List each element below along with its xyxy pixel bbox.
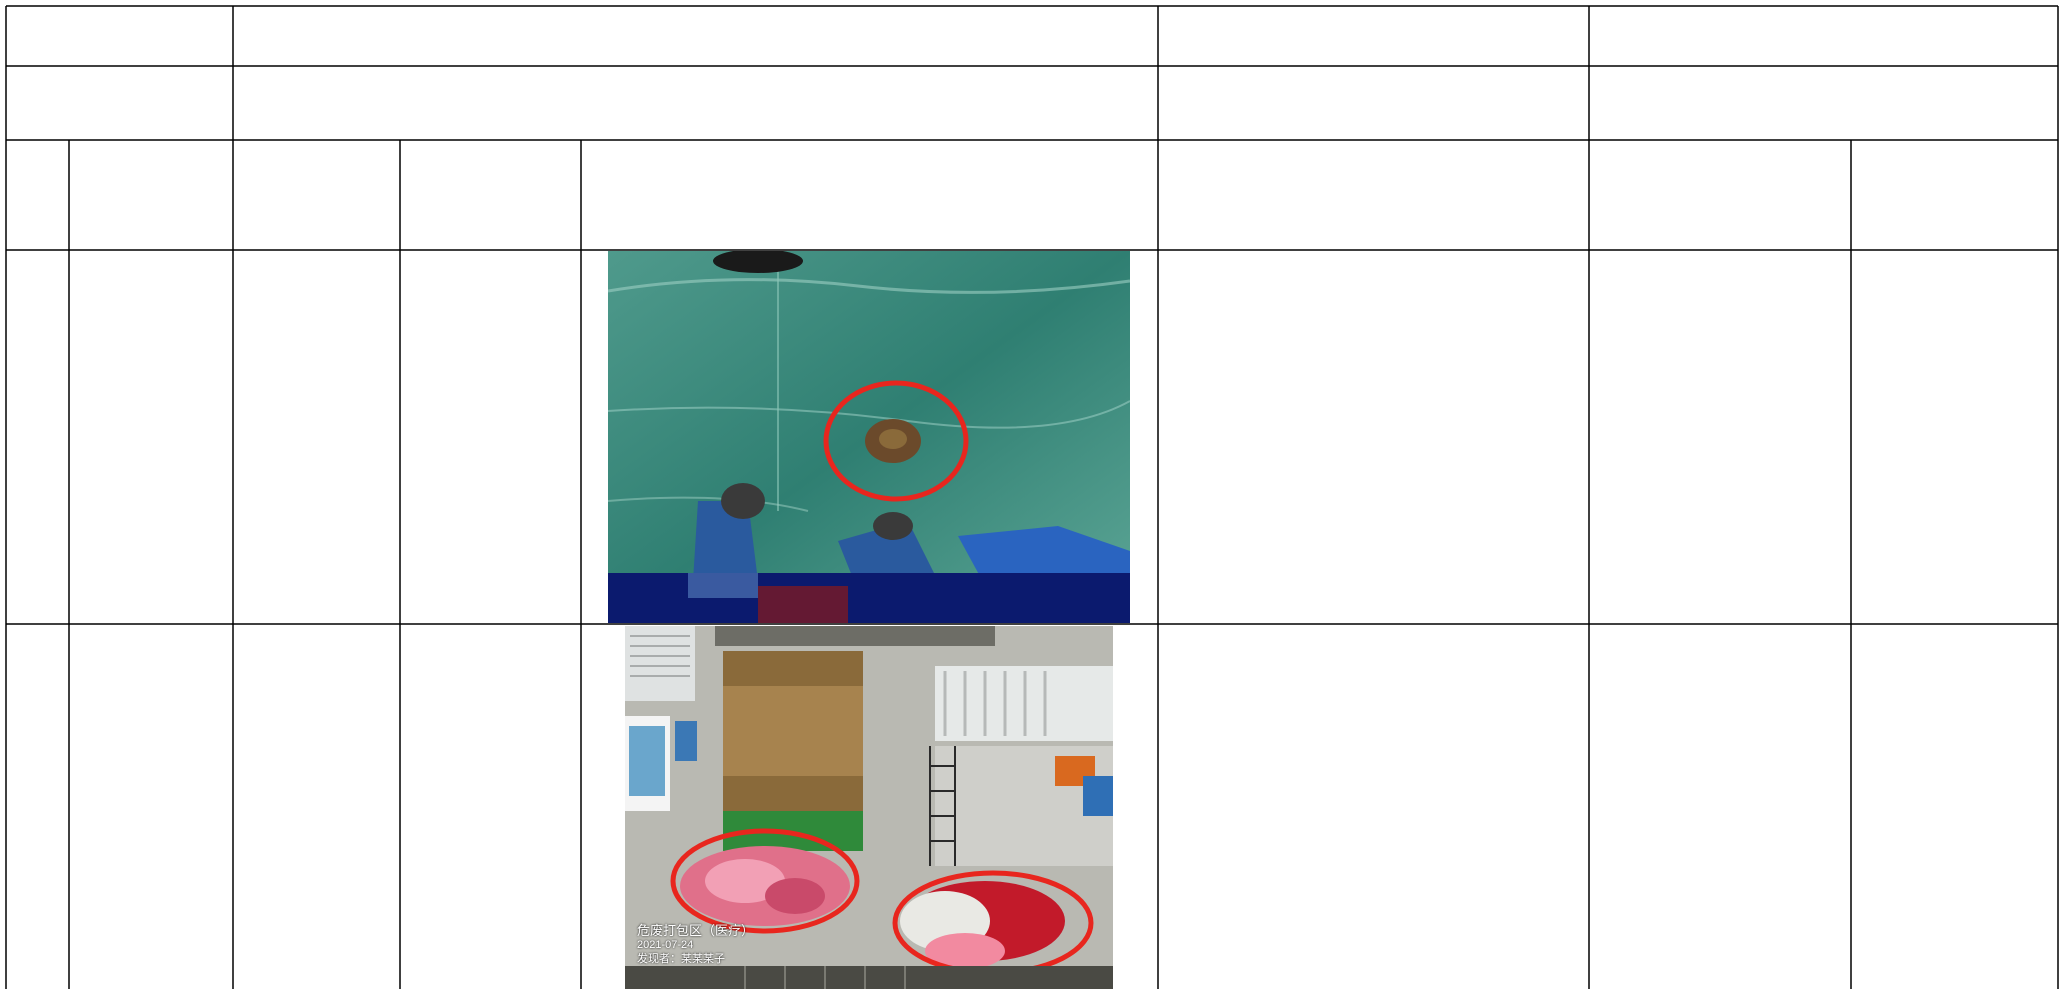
photo-caption-location: 危废打包区（医疗） [637,923,755,938]
document-page: 危废打包区（医疗） 2021-07-24 发现者：某某某子 [0,0,2065,989]
waste-area-photo: 危废打包区（医疗） 2021-07-24 发现者：某某某子 [625,626,1113,989]
photo-caption-reporter: 发现者：某某某子 [637,953,725,965]
photo-caption-date: 2021-07-24 [637,939,694,951]
floor-damage-photo [608,251,1130,623]
